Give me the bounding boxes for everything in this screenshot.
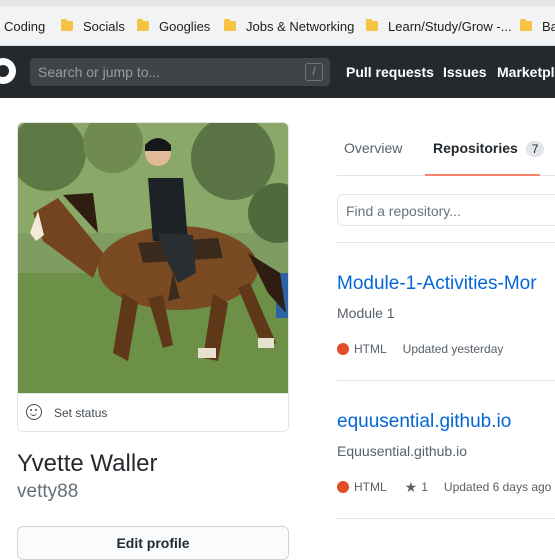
folder-icon: [366, 19, 378, 31]
active-tab-indicator: [425, 174, 540, 176]
profile-avatar-card: Set status: [17, 122, 289, 432]
set-status-label: Set status: [54, 406, 108, 420]
bookmark-label: Socials: [83, 18, 125, 34]
language-color-dot: [337, 343, 349, 355]
find-repository-placeholder: Find a repository...: [346, 203, 461, 219]
repo-stars-count[interactable]: 1: [421, 480, 428, 494]
repo-language: HTML: [354, 480, 387, 494]
repo-description: Module 1: [337, 305, 395, 321]
folder-icon: [61, 19, 73, 31]
set-status-button[interactable]: Set status: [18, 393, 288, 431]
bookmark-jobs-networking[interactable]: Jobs & Networking: [224, 17, 354, 35]
bookmarks-bar: Coding Socials Googlies Jobs & Networkin…: [0, 0, 555, 46]
avatar[interactable]: [18, 123, 288, 393]
profile-username: vetty88: [17, 481, 79, 502]
search-shortcut-key: /: [305, 63, 323, 81]
repo-name-link[interactable]: equusential.github.io: [337, 411, 511, 433]
github-header: Search or jump to... / Pull requests Iss…: [0, 46, 555, 98]
edit-profile-button[interactable]: Edit profile: [17, 526, 289, 560]
profile-tabs: Overview Repositories 7: [337, 128, 555, 176]
bookmark-ba[interactable]: Ba: [520, 17, 555, 35]
folder-icon: [224, 19, 236, 31]
bookmark-learn-study-grow[interactable]: Learn/Study/Grow -...: [366, 17, 512, 35]
bookmark-label: Googlies: [159, 18, 211, 34]
repo-meta: HTML ★ 1 Updated 6 days ago: [337, 479, 551, 495]
repo-updated: Updated 6 days ago: [443, 480, 552, 494]
bookmark-label: Learn/Study/Grow -...: [388, 18, 512, 34]
tab-overview[interactable]: Overview: [344, 140, 402, 156]
repositories-count-badge: 7: [525, 141, 545, 157]
nav-marketplace[interactable]: Marketpl: [497, 64, 555, 80]
search-input[interactable]: Search or jump to... /: [30, 58, 330, 86]
repo-description: Equusential.github.io: [337, 443, 467, 459]
tab-repositories[interactable]: Repositories 7: [433, 140, 545, 157]
bookmark-label: Ba: [542, 18, 555, 34]
find-repository-input[interactable]: Find a repository...: [337, 194, 555, 226]
repo-name-link[interactable]: Module-1-Activities-Mor: [337, 273, 537, 295]
folder-icon: [520, 19, 532, 31]
divider: [337, 242, 555, 243]
bookmark-googlies[interactable]: Googlies: [137, 17, 210, 35]
repo-meta: HTML Updated yesterday: [337, 341, 503, 357]
divider: [337, 518, 555, 519]
profile-fullname: Yvette Waller: [17, 450, 158, 477]
star-icon[interactable]: ★: [405, 479, 418, 496]
bookmark-label: Coding: [4, 18, 46, 34]
divider: [337, 380, 555, 381]
github-logo-icon[interactable]: [0, 58, 16, 84]
repo-language: HTML: [354, 342, 387, 356]
search-placeholder: Search or jump to...: [38, 64, 161, 80]
folder-icon: [137, 19, 149, 31]
tab-repositories-label: Repositories: [433, 140, 518, 156]
nav-issues[interactable]: Issues: [443, 64, 487, 80]
bookmark-coding[interactable]: Coding: [4, 17, 45, 35]
tab-strip-edge: [0, 0, 555, 6]
repo-updated: Updated yesterday: [402, 342, 504, 356]
bookmark-socials[interactable]: Socials: [61, 17, 125, 35]
tab-overview-label: Overview: [344, 140, 403, 156]
nav-pull-requests[interactable]: Pull requests: [346, 64, 434, 80]
smiley-icon: [26, 404, 42, 420]
language-color-dot: [337, 481, 349, 493]
bookmark-label: Jobs & Networking: [246, 18, 355, 34]
